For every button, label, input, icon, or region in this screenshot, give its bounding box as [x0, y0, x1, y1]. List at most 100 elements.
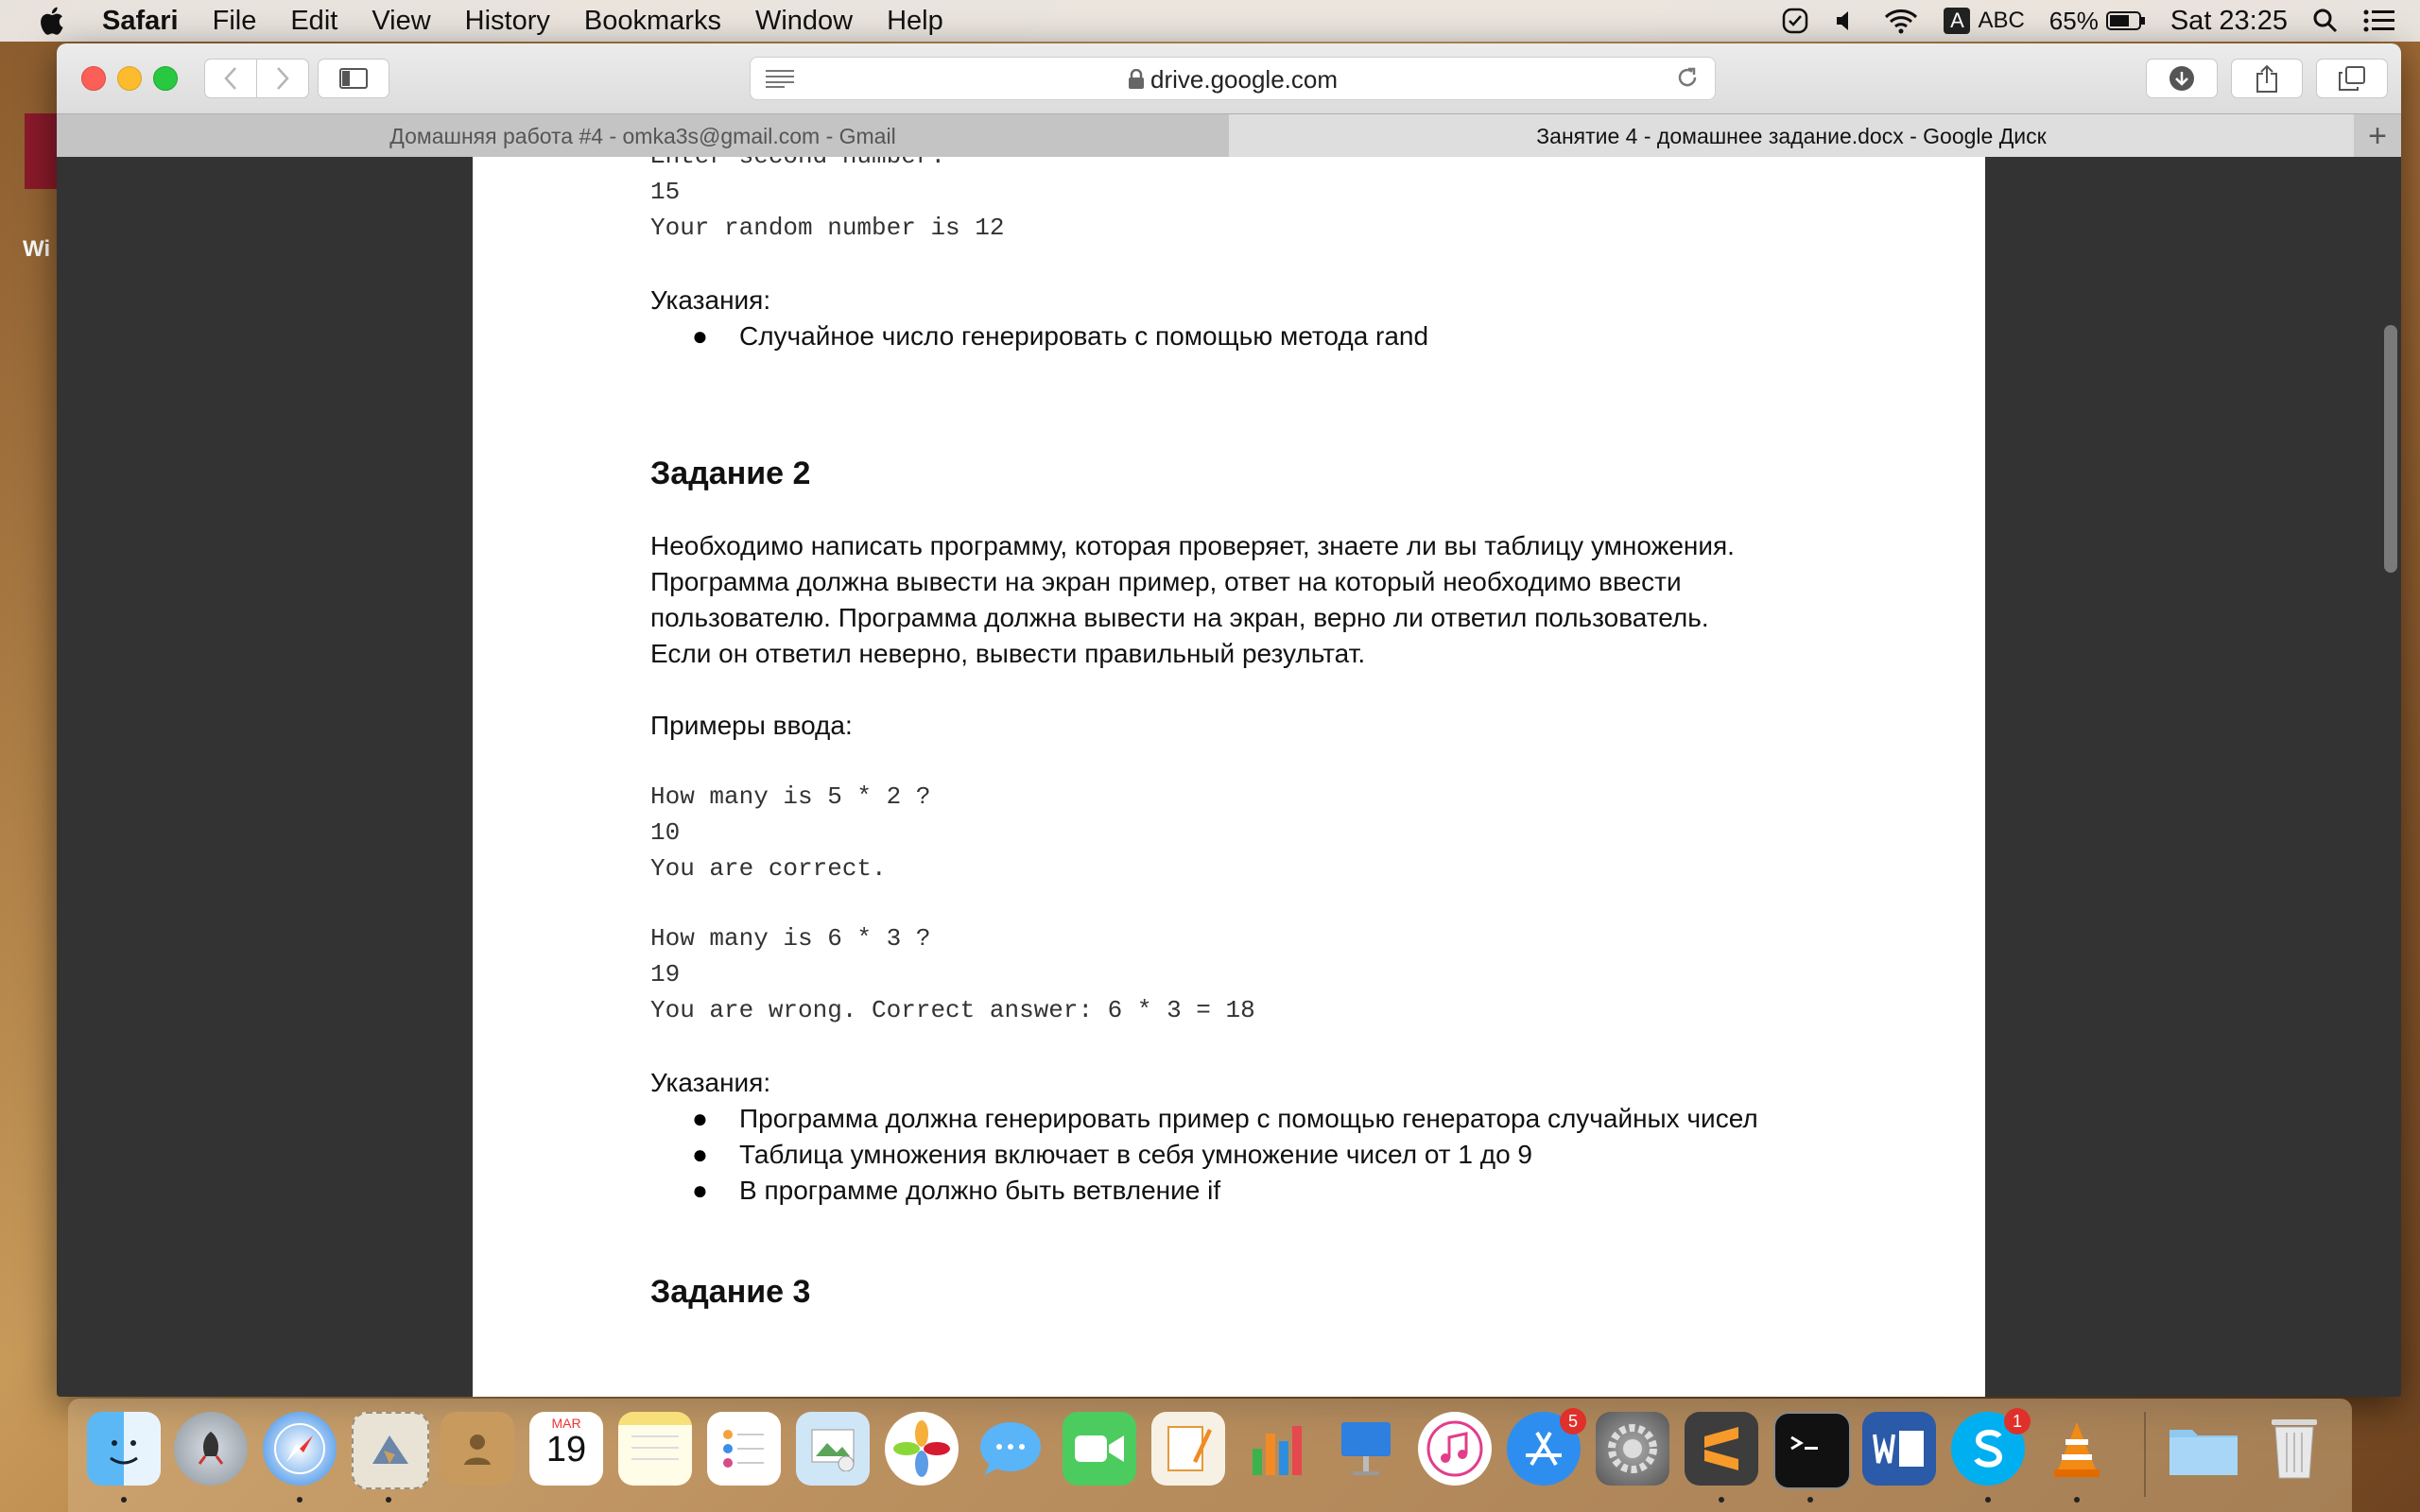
microsoft-word-icon[interactable]	[1862, 1412, 1936, 1486]
task-2-paragraph: Программа должна вывести на экран пример…	[650, 567, 1682, 596]
bullet: ●	[692, 1140, 708, 1169]
battery-percent: 65%	[2048, 6, 2099, 35]
desktop-file-icon[interactable]	[25, 113, 57, 189]
photos-icon[interactable]	[885, 1412, 959, 1486]
hint-item: Таблица умножения включает в себя умноже…	[739, 1140, 1532, 1169]
volume-icon[interactable]	[1834, 9, 1858, 33]
system-preferences-icon[interactable]	[1596, 1412, 1669, 1486]
menu-view[interactable]: View	[372, 6, 430, 37]
hint-item: Программа должна генерировать пример с п…	[739, 1104, 1758, 1133]
running-indicator	[297, 1497, 302, 1503]
task-2-paragraph: пользователю. Программа должна вывести н…	[650, 603, 1709, 632]
back-button[interactable]	[204, 59, 257, 98]
code-line: You are wrong. Correct answer: 6 * 3 = 1…	[650, 996, 1255, 1024]
spotlight-search-icon[interactable]	[2312, 8, 2339, 34]
menu-file[interactable]: File	[213, 6, 257, 37]
minimize-window-button[interactable]	[117, 66, 142, 91]
finder-icon[interactable]	[87, 1412, 161, 1486]
messages-icon[interactable]	[974, 1412, 1047, 1486]
running-indicator	[1719, 1497, 1724, 1503]
facetime-icon[interactable]	[1063, 1412, 1136, 1486]
hints-label: Указания:	[650, 285, 771, 315]
input-source-icon: A	[1944, 8, 1971, 34]
page-viewport: Enter second number: 15 Your random numb…	[57, 157, 2401, 1397]
menu-help[interactable]: Help	[887, 6, 943, 37]
address-bar[interactable]: drive.google.com	[750, 57, 1716, 100]
tab-gmail-title: Домашняя работа #4 - omka3s@gmail.com - …	[389, 123, 896, 148]
code-line: 10	[650, 818, 681, 847]
task-2-heading: Задание 2	[650, 455, 811, 491]
safari-icon[interactable]	[263, 1412, 337, 1486]
input-source-menu[interactable]: A ABC	[1944, 8, 2025, 34]
zoom-window-button[interactable]	[153, 66, 178, 91]
calendar-icon[interactable]: MAR 19	[529, 1412, 603, 1486]
terminal-icon[interactable]	[1773, 1412, 1851, 1489]
code-line: Enter second number:	[650, 157, 945, 170]
safari-window: drive.google.com Домашняя работа #4 - om…	[57, 43, 2401, 1397]
skype-icon[interactable]: 1	[1951, 1408, 2031, 1486]
checkmark-status-icon[interactable]	[1781, 7, 1809, 35]
sidebar-icon	[339, 68, 368, 89]
notes-icon[interactable]	[618, 1412, 692, 1486]
bullet: ●	[692, 1176, 708, 1205]
sidebar-button[interactable]	[318, 59, 389, 98]
mail-icon[interactable]	[352, 1412, 429, 1489]
running-indicator	[386, 1497, 391, 1503]
menu-history[interactable]: History	[465, 6, 550, 37]
battery-status[interactable]: 65%	[2049, 7, 2146, 36]
battery-icon	[2105, 11, 2145, 30]
task-3-heading: Задание 3	[650, 1274, 811, 1310]
tab-overview-button[interactable]	[2316, 59, 2388, 98]
running-indicator	[1985, 1497, 1991, 1503]
hints-label: Указания:	[650, 1068, 771, 1097]
launchpad-icon[interactable]	[174, 1412, 248, 1486]
calendar-day: 19	[545, 1430, 587, 1469]
code-line: 15	[650, 178, 681, 206]
downloads-button[interactable]	[2146, 59, 2218, 98]
reload-icon[interactable]	[1675, 65, 1700, 94]
numbers-icon[interactable]	[1240, 1412, 1314, 1486]
menu-window[interactable]: Window	[755, 6, 853, 37]
running-indicator	[2074, 1497, 2080, 1503]
notification-center-icon[interactable]	[2363, 9, 2395, 33]
reminders-icon[interactable]	[707, 1412, 781, 1486]
itunes-icon[interactable]	[1418, 1412, 1492, 1486]
contacts-icon[interactable]	[441, 1412, 514, 1486]
url-display[interactable]: drive.google.com	[751, 65, 1715, 94]
scrollbar-thumb[interactable]	[2384, 325, 2397, 573]
keynote-icon[interactable]	[1329, 1412, 1403, 1486]
running-indicator	[121, 1497, 127, 1503]
download-icon	[2169, 66, 2194, 91]
dock-separator	[2144, 1412, 2146, 1497]
close-window-button[interactable]	[81, 66, 106, 91]
code-line: You are correct.	[650, 854, 887, 883]
downloads-folder-icon[interactable]	[2167, 1412, 2240, 1486]
menu-edit[interactable]: Edit	[290, 6, 337, 37]
apple-menu-icon[interactable]	[36, 4, 70, 38]
code-line: Your random number is 12	[650, 214, 1005, 242]
tab-bar: Домашняя работа #4 - omka3s@gmail.com - …	[57, 113, 2401, 158]
share-button[interactable]	[2231, 59, 2303, 98]
trash-icon[interactable]	[2257, 1412, 2331, 1486]
tab-gmail[interactable]: Домашняя работа #4 - omka3s@gmail.com - …	[57, 114, 1230, 158]
document-page: Enter second number: 15 Your random numb…	[473, 157, 1985, 1397]
app-store-badge: 5	[1560, 1408, 1586, 1435]
forward-button[interactable]	[256, 59, 309, 98]
preview-icon[interactable]	[796, 1412, 870, 1486]
vlc-icon[interactable]	[2040, 1412, 2114, 1486]
tab-google-drive[interactable]: Занятие 4 - домашнее задание.docx - Goog…	[1229, 114, 2354, 158]
sublime-text-icon[interactable]	[1685, 1412, 1758, 1486]
pages-icon[interactable]	[1151, 1412, 1225, 1486]
code-line: How many is 6 * 3 ?	[650, 924, 931, 953]
menu-bookmarks[interactable]: Bookmarks	[584, 6, 721, 37]
new-tab-button[interactable]: +	[2354, 114, 2401, 158]
app-store-icon[interactable]: 5	[1507, 1408, 1586, 1486]
menu-app-safari[interactable]: Safari	[102, 6, 179, 37]
task-2-paragraph: Необходимо написать программу, которая п…	[650, 531, 1735, 560]
chevron-right-icon	[277, 67, 289, 90]
url-text: drive.google.com	[1150, 65, 1338, 94]
wifi-icon[interactable]	[1883, 7, 1919, 35]
clock[interactable]: Sat 23:25	[2170, 6, 2288, 37]
dock: MAR 19 5 1	[68, 1399, 2352, 1512]
tab-google-drive-title: Занятие 4 - домашнее задание.docx - Goog…	[1536, 123, 2047, 148]
